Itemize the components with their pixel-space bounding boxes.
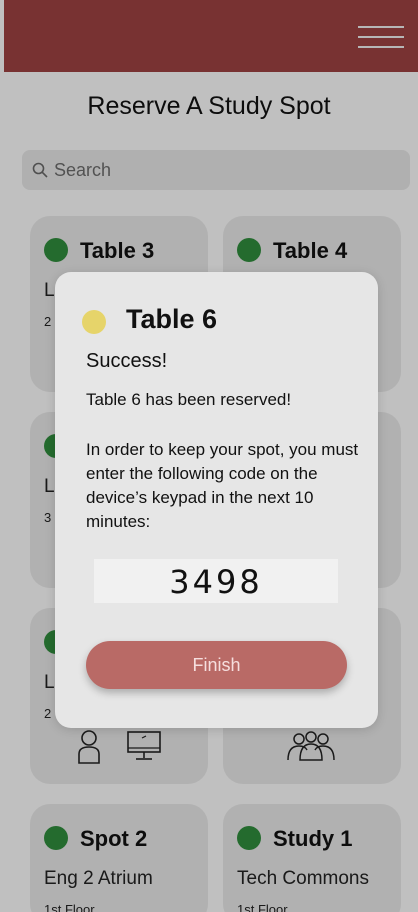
dialog-title: Table 6 [126, 304, 218, 334]
instruction-text: In order to keep your spot, you must ent… [86, 438, 366, 534]
reserved-message: Table 6 has been reserved! [86, 390, 291, 410]
status-dot [82, 310, 106, 334]
reservation-code: 3498 [169, 563, 263, 601]
instruction-prefix: In order to keep your spot, you must ent… [86, 440, 359, 507]
reservation-success-dialog: Table 6 Success! Table 6 has been reserv… [55, 272, 378, 728]
instruction-suffix: : [145, 512, 151, 531]
finish-button[interactable]: Finish [86, 641, 347, 689]
dialog-heading: Success! [86, 350, 168, 372]
code-box: 3498 [94, 559, 338, 603]
reserved-suffix: has been reserved! [140, 390, 292, 409]
reserved-table-name: Table 6 [86, 390, 141, 409]
